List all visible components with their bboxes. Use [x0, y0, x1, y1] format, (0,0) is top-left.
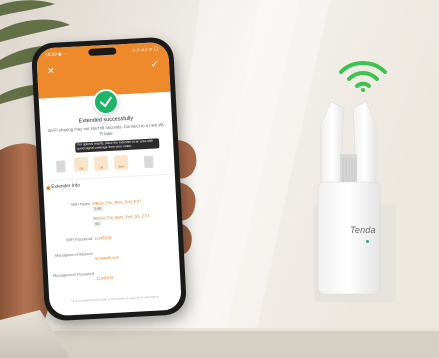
band-tag-24g: 2.4G	[92, 206, 104, 212]
wifi-password-value: 12345678	[93, 234, 112, 241]
router-icon	[55, 160, 66, 173]
wifi-icon	[339, 61, 387, 92]
section-title: Extender Info	[51, 183, 81, 191]
wifi-name-24g: MBGiu_Pro_Beta_Test_EXT	[92, 198, 142, 206]
zone-label: OK	[79, 166, 84, 171]
zone-label: OK	[99, 165, 104, 170]
mgmt-address-value: tendawifi.com	[95, 254, 120, 261]
footnote: * It is recommended to take a screenshot…	[70, 294, 161, 304]
zone-2: OK	[93, 156, 109, 171]
wifi-name-5g: MBGiu_Pro_Beta_Test_5G_EXT	[92, 212, 150, 221]
wifi-password-label: WiFi Password	[66, 235, 93, 243]
mgmt-address-label: Management Address	[54, 250, 94, 258]
tip-bubble: For optimal results, place the extender …	[75, 138, 160, 153]
smartphone: 10:29 ◉ ··· ⊿.ıl ⊿.ıl ≋ 〇 ✕ ✓ Extended s…	[30, 36, 188, 322]
scene: Tenda 10:29 ◉ ··· ⊿.ıl ⊿.ıl ≋ 〇 ✕ ✓ Exte…	[0, 0, 439, 358]
zone-3: Best	[113, 154, 129, 170]
section-bullet	[46, 186, 51, 191]
zone-1: OK	[73, 157, 89, 172]
zone-label: Best	[118, 164, 125, 169]
placement-tip: For optimal results, place the extender …	[53, 138, 163, 178]
check-icon[interactable]: ✓	[150, 59, 159, 70]
placement-diagram: OK OK Best	[54, 151, 163, 175]
shelf-edge	[0, 328, 439, 331]
mgmt-password-value: 12345678	[96, 274, 114, 281]
status-time: 10:29 ◉ ···	[45, 51, 68, 58]
phone-screen: 10:29 ◉ ··· ⊿.ıl ⊿.ıl ≋ 〇 ✕ ✓ Extended s…	[36, 41, 182, 317]
extender-body	[317, 181, 381, 295]
close-icon[interactable]: ✕	[47, 66, 55, 77]
mgmt-password-label: Management Password	[52, 270, 95, 279]
status-led	[366, 240, 369, 243]
range-extender	[314, 101, 396, 302]
brand-logo: Tenda	[350, 225, 376, 235]
device-icon	[143, 155, 154, 169]
status-icons: ⊿.ıl ⊿.ıl ≋ 〇	[131, 46, 159, 53]
band-tag-5g: 5G	[93, 221, 102, 227]
checkmark-circle-icon	[92, 88, 120, 116]
wifi-name-label: WiFi Name	[70, 201, 91, 208]
camera-notch	[88, 47, 117, 56]
